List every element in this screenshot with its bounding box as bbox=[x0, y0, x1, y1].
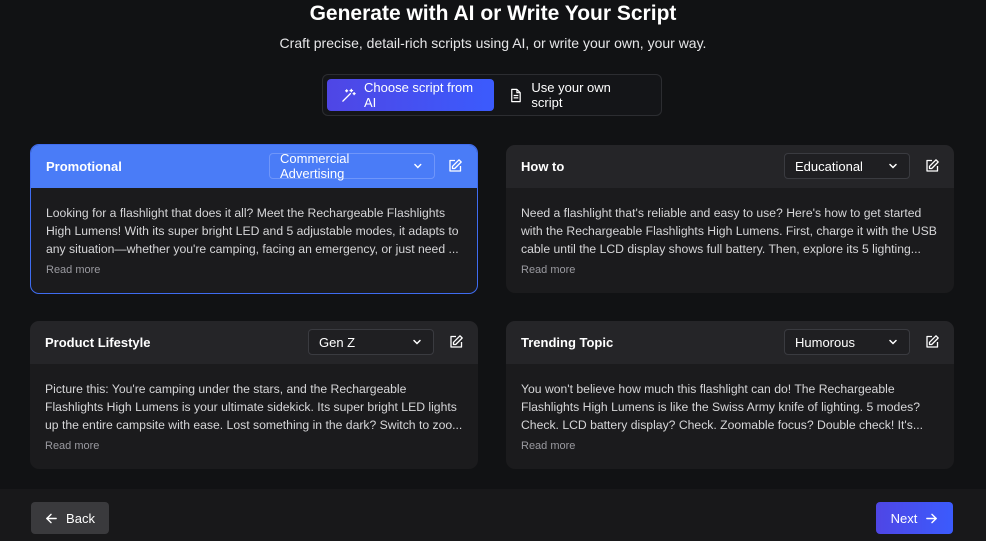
tone-dropdown[interactable]: Educational bbox=[784, 153, 910, 179]
next-label: Next bbox=[890, 510, 918, 526]
script-card-promotional[interactable]: Promotional Commercial Advertising Looki… bbox=[30, 144, 478, 294]
card-body: Picture this: You're camping under the s… bbox=[30, 364, 478, 452]
script-card-how-to[interactable]: How to Educational Need a flashlight tha… bbox=[506, 145, 954, 293]
edit-icon[interactable] bbox=[448, 334, 464, 350]
footer-bar bbox=[0, 489, 986, 541]
read-more-link[interactable]: Read more bbox=[521, 440, 939, 452]
script-text: You won't believe how much this flashlig… bbox=[521, 382, 923, 432]
tone-dropdown-value: Educational bbox=[795, 158, 863, 174]
script-card-product-lifestyle[interactable]: Product Lifestyle Gen Z Picture this: Yo… bbox=[30, 321, 478, 469]
chevron-down-icon bbox=[413, 339, 421, 345]
card-body: Need a flashlight that's reliable and ea… bbox=[506, 188, 954, 276]
card-title: Trending Topic bbox=[521, 335, 614, 350]
script-card-trending-topic[interactable]: Trending Topic Humorous You won't believ… bbox=[506, 321, 954, 469]
card-header: Trending Topic Humorous bbox=[506, 321, 954, 364]
edit-icon[interactable] bbox=[447, 158, 463, 174]
tone-dropdown[interactable]: Gen Z bbox=[308, 329, 434, 355]
read-more-link[interactable]: Read more bbox=[521, 264, 939, 276]
use-own-script-label: Use your own script bbox=[531, 80, 611, 110]
use-own-script-button[interactable]: Use your own script bbox=[498, 79, 657, 111]
tone-dropdown-value: Humorous bbox=[795, 334, 855, 350]
card-title: Promotional bbox=[46, 159, 122, 174]
chevron-down-icon bbox=[889, 339, 897, 345]
script-text: Looking for a flashlight that does it al… bbox=[46, 206, 459, 256]
back-label: Back bbox=[66, 510, 95, 526]
tone-dropdown[interactable]: Humorous bbox=[784, 329, 910, 355]
back-button[interactable]: Back bbox=[31, 502, 109, 534]
chevron-down-icon bbox=[414, 163, 422, 169]
card-title: Product Lifestyle bbox=[45, 335, 151, 350]
script-text: Need a flashlight that's reliable and ea… bbox=[521, 206, 937, 256]
page-title: Generate with AI or Write Your Script bbox=[309, 2, 677, 25]
tone-dropdown-value: Gen Z bbox=[319, 334, 356, 350]
magic-wand-icon bbox=[342, 88, 356, 102]
card-body: You won't believe how much this flashlig… bbox=[506, 364, 954, 452]
card-header: Promotional Commercial Advertising bbox=[31, 145, 477, 188]
arrow-right-icon bbox=[926, 513, 938, 523]
tone-dropdown-value: Commercial Advertising bbox=[280, 151, 350, 181]
tone-dropdown[interactable]: Commercial Advertising bbox=[269, 151, 435, 181]
document-icon bbox=[511, 88, 522, 102]
next-button[interactable]: Next bbox=[876, 502, 953, 534]
chevron-down-icon bbox=[889, 163, 897, 169]
script-source-toggle: Choose script from AI Use your own scrip… bbox=[322, 74, 662, 116]
choose-ai-script-button[interactable]: Choose script from AI bbox=[327, 79, 495, 111]
read-more-link[interactable]: Read more bbox=[46, 264, 462, 276]
read-more-link[interactable]: Read more bbox=[45, 440, 463, 452]
script-text: Picture this: You're camping under the s… bbox=[45, 382, 463, 432]
card-body: Looking for a flashlight that does it al… bbox=[31, 188, 477, 276]
choose-ai-script-label: Choose script from AI bbox=[364, 80, 474, 110]
card-title: How to bbox=[521, 159, 565, 174]
card-header: Product Lifestyle Gen Z bbox=[30, 321, 478, 364]
edit-icon[interactable] bbox=[924, 334, 940, 350]
edit-icon[interactable] bbox=[924, 158, 940, 174]
page-subtitle: Craft precise, detail-rich scripts using… bbox=[279, 35, 707, 51]
arrow-left-icon bbox=[46, 513, 57, 523]
card-header: How to Educational bbox=[506, 145, 954, 188]
